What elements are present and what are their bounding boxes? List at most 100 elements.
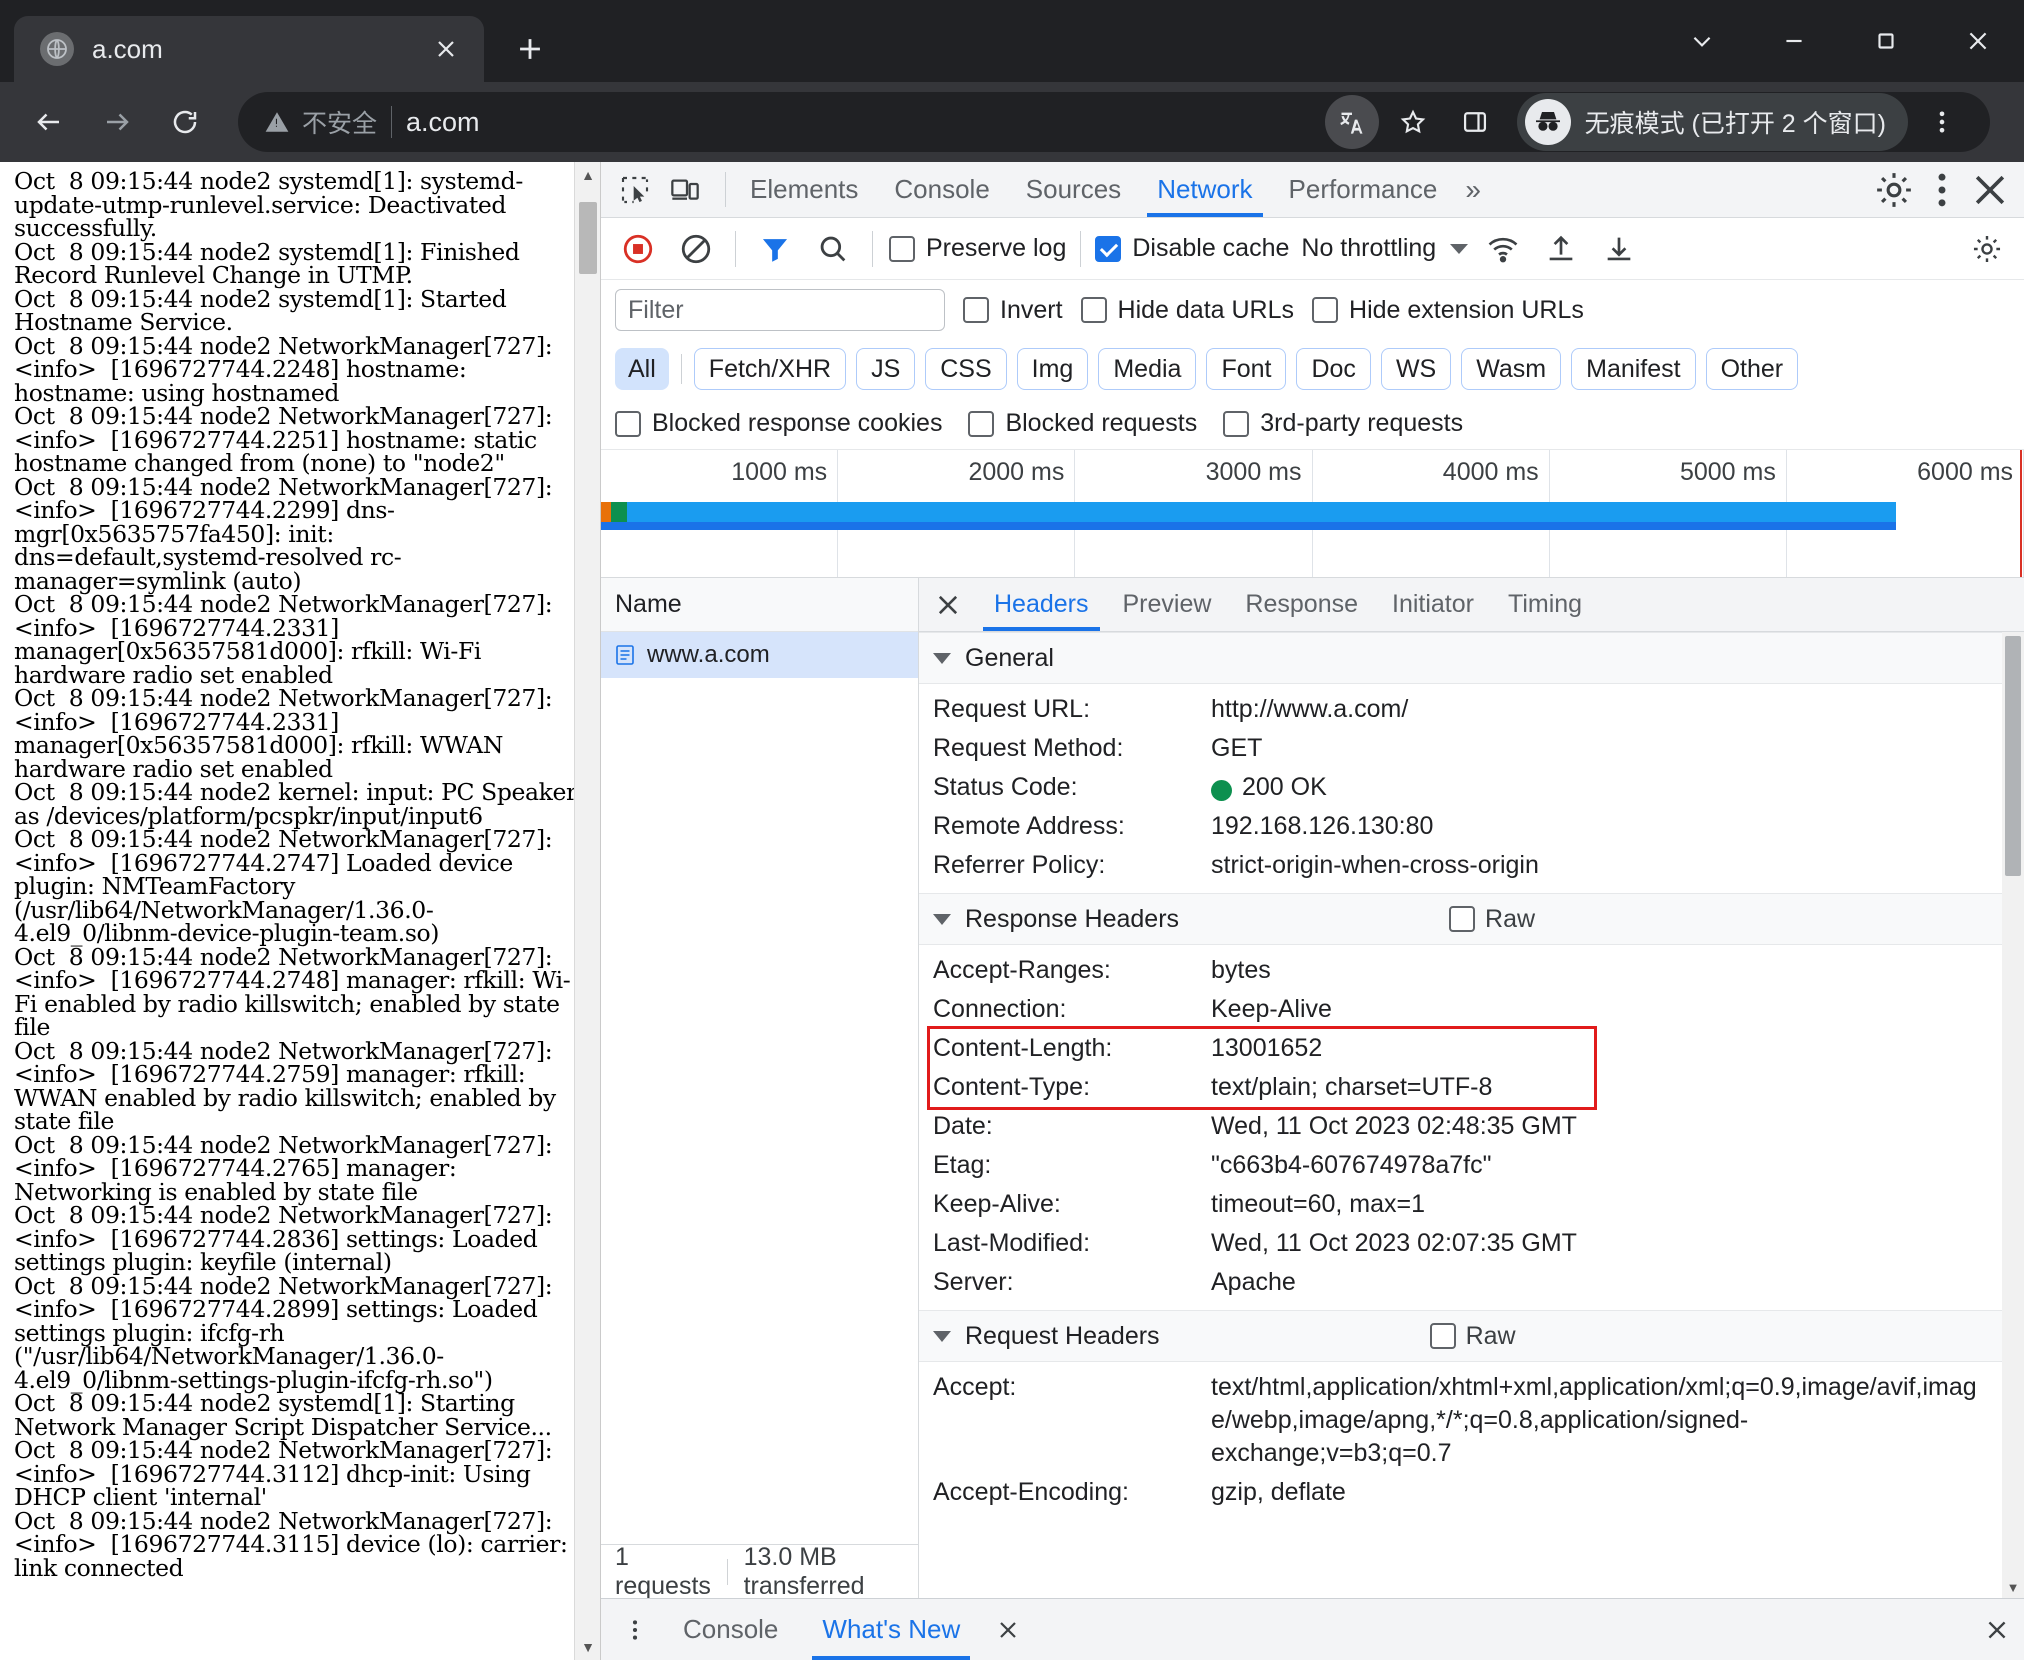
tabs-overflow-button[interactable]: » (1455, 162, 1491, 217)
section-header-response-headers[interactable]: Response Headers Raw (919, 893, 2024, 945)
preserve-log-label: Preserve log (926, 234, 1067, 262)
translate-icon[interactable] (1324, 95, 1379, 149)
address-bar[interactable]: 不安全 a.com 无痕模式 (已打开 2 个窗口) (238, 92, 1990, 152)
checkbox-box[interactable] (1223, 410, 1250, 437)
window-close-icon[interactable] (1932, 0, 2024, 82)
maximize-icon[interactable] (1840, 0, 1932, 82)
inspect-element-icon[interactable] (613, 168, 657, 212)
tab-console[interactable]: Console (876, 162, 1007, 217)
request-list-header[interactable]: Name (601, 578, 918, 632)
incognito-indicator[interactable]: 无痕模式 (已打开 2 个窗口) (1516, 93, 1908, 151)
table-row[interactable]: www.a.com (601, 632, 918, 678)
scrollbar-thumb[interactable] (579, 202, 597, 274)
tab-title: a.com (92, 33, 163, 64)
filter-pill-media[interactable]: Media (1098, 348, 1197, 390)
filter-pill-manifest[interactable]: Manifest (1571, 348, 1696, 390)
filter-pill-fetch-xhr[interactable]: Fetch/XHR (693, 348, 847, 390)
tab-sources[interactable]: Sources (1008, 162, 1139, 217)
filter-pill-all[interactable]: All (615, 348, 669, 390)
checkbox-box[interactable] (1095, 235, 1122, 262)
three-dots-vertical-icon[interactable] (1914, 94, 1970, 150)
filter-pill-doc[interactable]: Doc (1296, 348, 1371, 390)
device-toolbar-icon[interactable] (663, 168, 707, 212)
third-party-requests-checkbox[interactable]: 3rd-party requests (1223, 409, 1463, 438)
side-panel-icon[interactable] (1447, 94, 1503, 150)
drawer-close-icon[interactable] (1984, 1617, 2010, 1643)
drawer-tab-console[interactable]: Console (667, 1599, 794, 1660)
scroll-up-icon[interactable]: ▲ (575, 162, 600, 188)
detail-tab-bar: Headers Preview Response Initiator Timin… (919, 578, 2024, 632)
minimize-icon[interactable] (1748, 0, 1840, 82)
scroll-down-icon[interactable]: ▼ (2002, 1576, 2024, 1598)
chevron-down-icon[interactable] (1656, 0, 1748, 82)
download-icon[interactable] (1596, 226, 1642, 272)
tab-headers[interactable]: Headers (977, 578, 1106, 631)
filter-pill-wasm[interactable]: Wasm (1461, 348, 1562, 390)
raw-toggle-request[interactable]: Raw (1429, 1322, 1516, 1351)
checkbox-box[interactable] (889, 235, 915, 262)
header-row: Etag: "c663b4-607674978a7fc" (919, 1146, 2024, 1185)
preserve-log-checkbox[interactable]: Preserve log (889, 234, 1066, 263)
page-scrollbar[interactable]: ▲ ▼ (574, 162, 600, 1660)
clear-icon[interactable] (673, 226, 719, 272)
checkbox-box[interactable] (1449, 906, 1476, 932)
filter-pill-other[interactable]: Other (1705, 348, 1799, 390)
checkbox-box[interactable] (1429, 1323, 1456, 1349)
funnel-icon[interactable] (752, 226, 798, 272)
tab-initiator[interactable]: Initiator (1375, 578, 1491, 631)
scrollbar-thumb[interactable] (2005, 636, 2021, 876)
tab-performance[interactable]: Performance (1271, 162, 1456, 217)
checkbox-box[interactable] (968, 410, 995, 437)
blocked-response-cookies-checkbox[interactable]: Blocked response cookies (615, 409, 942, 438)
raw-toggle-response[interactable]: Raw (1449, 905, 1535, 934)
browser-tab[interactable]: a.com (14, 16, 484, 82)
reload-icon[interactable] (154, 91, 216, 153)
header-row: Request URL: http://www.a.com/ (919, 690, 2024, 729)
network-conditions-icon[interactable] (1480, 226, 1526, 272)
security-indicator[interactable]: 不安全 (264, 104, 377, 140)
devtools-close-icon[interactable] (1968, 168, 2012, 212)
section-header-general[interactable]: General (919, 632, 2024, 684)
filter-input[interactable]: Filter (615, 289, 945, 331)
network-overview-timeline[interactable]: 1000 ms 2000 ms 3000 ms 4000 ms 5000 ms … (601, 450, 2024, 578)
scroll-down-icon[interactable]: ▼ (575, 1634, 600, 1660)
filter-pill-img[interactable]: Img (1016, 348, 1089, 390)
checkbox-box[interactable] (615, 410, 641, 437)
checkbox-box[interactable] (1080, 297, 1107, 323)
gear-icon[interactable] (1872, 168, 1916, 212)
tab-response[interactable]: Response (1228, 578, 1375, 631)
drawer-tab-whats-new[interactable]: What's New (806, 1599, 976, 1660)
disable-cache-checkbox[interactable]: Disable cache (1095, 234, 1289, 263)
hide-extension-urls-checkbox[interactable]: Hide extension URLs (1312, 296, 1584, 325)
drawer-tab-close-icon[interactable] (996, 1618, 1020, 1642)
star-icon[interactable] (1385, 94, 1441, 150)
filter-pill-ws[interactable]: WS (1380, 348, 1452, 390)
close-icon[interactable] (919, 578, 977, 631)
tab-preview[interactable]: Preview (1106, 578, 1229, 631)
detail-scrollbar[interactable]: ▲ ▼ (2002, 632, 2024, 1598)
tab-network[interactable]: Network (1139, 162, 1270, 217)
checkbox-box[interactable] (1312, 297, 1339, 323)
three-dots-vertical-icon[interactable] (615, 1617, 655, 1643)
tab-timing[interactable]: Timing (1491, 578, 1599, 631)
search-icon[interactable] (810, 226, 856, 272)
filter-pill-css[interactable]: CSS (925, 348, 1007, 390)
tab-elements[interactable]: Elements (732, 162, 876, 217)
capture-settings-gear-icon[interactable] (1964, 226, 2010, 272)
filter-pill-js[interactable]: JS (856, 348, 916, 390)
three-dots-vertical-icon[interactable] (1920, 168, 1964, 212)
arrow-right-icon[interactable] (86, 91, 148, 153)
checkbox-box[interactable] (963, 297, 989, 323)
section-header-request-headers[interactable]: Request Headers Raw (919, 1310, 2024, 1362)
throttling-select[interactable]: No throttling (1301, 234, 1469, 263)
arrow-left-icon[interactable] (18, 91, 80, 153)
record-stop-icon[interactable] (615, 226, 661, 272)
hide-data-urls-checkbox[interactable]: Hide data URLs (1080, 296, 1294, 325)
header-value: text/plain; charset=UTF-8 (1211, 1073, 1493, 1101)
new-tab-button[interactable] (502, 21, 558, 77)
upload-icon[interactable] (1538, 226, 1584, 272)
close-icon[interactable] (426, 29, 466, 69)
filter-pill-font[interactable]: Font (1206, 348, 1287, 390)
invert-checkbox[interactable]: Invert (963, 296, 1063, 325)
blocked-requests-checkbox[interactable]: Blocked requests (968, 409, 1197, 438)
